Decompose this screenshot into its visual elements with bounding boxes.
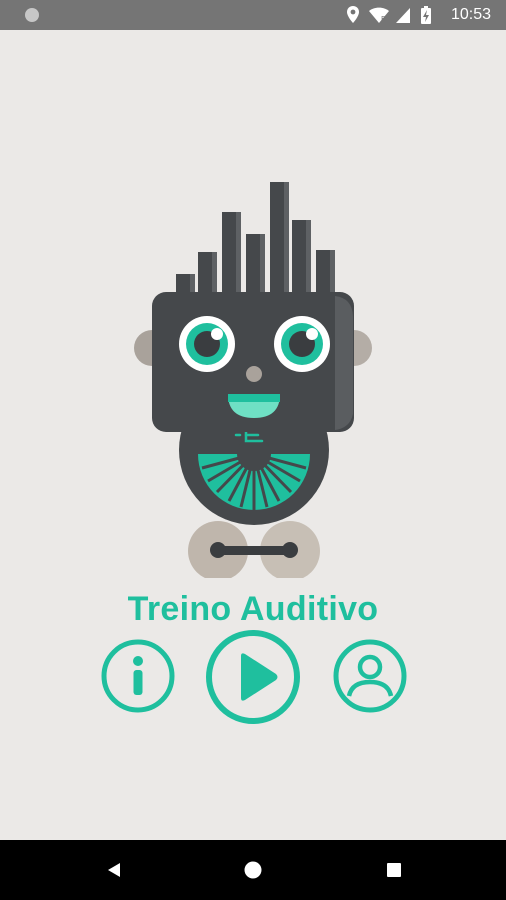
wifi-icon: R bbox=[369, 7, 389, 23]
robot-wheels bbox=[188, 521, 320, 578]
battery-icon bbox=[421, 6, 431, 24]
home-icon[interactable] bbox=[243, 860, 263, 880]
profile-button[interactable] bbox=[332, 638, 408, 714]
status-bar: R 10:53 bbox=[0, 0, 506, 30]
clock: 10:53 bbox=[450, 6, 491, 23]
equalizer-bars bbox=[176, 182, 335, 306]
notification-dot-icon bbox=[25, 8, 39, 22]
navigation-bar bbox=[0, 840, 506, 900]
play-button[interactable] bbox=[204, 628, 302, 726]
robot-logo bbox=[134, 182, 372, 578]
svg-text:R: R bbox=[381, 15, 386, 23]
app-title: Treino Auditivo bbox=[127, 590, 379, 628]
location-icon bbox=[347, 6, 359, 23]
info-button[interactable] bbox=[100, 638, 176, 714]
play-icon bbox=[241, 653, 278, 701]
recents-icon[interactable] bbox=[384, 860, 404, 880]
info-icon bbox=[133, 656, 143, 695]
back-icon[interactable] bbox=[104, 860, 124, 880]
app-content: Treino Auditivo bbox=[0, 30, 506, 840]
signal-icon bbox=[396, 8, 410, 23]
robot-nose bbox=[246, 366, 262, 382]
user-icon bbox=[346, 654, 394, 697]
